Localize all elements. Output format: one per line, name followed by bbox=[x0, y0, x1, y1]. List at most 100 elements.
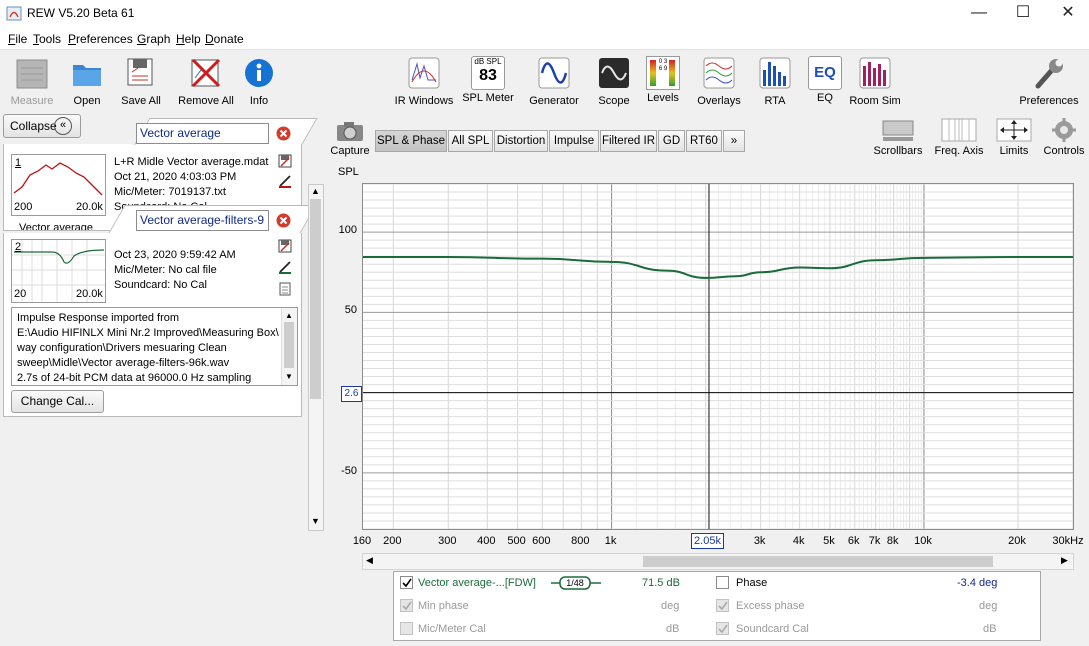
wrench-icon bbox=[1016, 56, 1082, 93]
notes-scrollbar[interactable]: ▲ ▼ bbox=[281, 308, 297, 385]
min-phase-checkbox[interactable] bbox=[400, 599, 413, 612]
measurement-2-name-field[interactable]: Vector average-filters-9 bbox=[136, 210, 269, 231]
minimize-button[interactable]: — bbox=[956, 0, 1002, 28]
y-tick-label: 100 bbox=[338, 224, 357, 237]
tab-spl-phase[interactable]: SPL & Phase bbox=[375, 130, 447, 152]
measurement-2-remove-icon[interactable] bbox=[276, 213, 291, 231]
change-cal-button[interactable]: Change Cal... bbox=[11, 390, 104, 413]
scroll-up-icon[interactable]: ▲ bbox=[311, 186, 320, 196]
panel-scrollbar[interactable]: ▲ ▼ bbox=[308, 184, 324, 531]
soundcard-cal-checkbox[interactable] bbox=[716, 622, 729, 635]
maximize-button[interactable]: ☐ bbox=[1000, 0, 1046, 28]
preferences-button[interactable]: Preferences bbox=[1016, 56, 1082, 107]
levels-button[interactable]: 0 3 6 9 Levels bbox=[643, 56, 683, 104]
measurement-1-save-icon[interactable] bbox=[278, 154, 292, 171]
rta-button[interactable]: RTA bbox=[757, 56, 793, 107]
freq-axis-label: Freq. Axis bbox=[934, 145, 984, 157]
measurements-panel: Collapse « 1 200 20.0k L+R Midle Vector … bbox=[0, 112, 328, 532]
h-scroll-thumb[interactable] bbox=[643, 556, 993, 567]
measurement-2-notes[interactable]: Impulse Response imported from E:\Audio … bbox=[11, 307, 298, 386]
generator-button[interactable]: Generator bbox=[526, 56, 582, 107]
scroll-left-icon[interactable]: ◀ bbox=[366, 555, 373, 566]
menu-graph[interactable]: Graph bbox=[137, 32, 170, 46]
overlays-button[interactable]: Overlays bbox=[694, 56, 744, 107]
ir-windows-button[interactable]: IR Windows bbox=[393, 56, 455, 107]
menu-file[interactable]: File bbox=[8, 32, 27, 46]
tab-all-spl[interactable]: All SPL bbox=[448, 130, 493, 152]
measurement-1-color-pen-icon[interactable] bbox=[278, 174, 292, 191]
excess-phase-checkbox[interactable] bbox=[716, 599, 729, 612]
x-tick-label: 30kHz bbox=[1052, 535, 1084, 547]
x-tick-label: 300 bbox=[438, 535, 457, 547]
trace-visible-checkbox[interactable] bbox=[400, 576, 413, 589]
scroll-down-icon[interactable]: ▼ bbox=[285, 372, 293, 381]
tab-distortion[interactable]: Distortion bbox=[494, 130, 548, 152]
measurement-2-index: 2 bbox=[15, 241, 22, 253]
eq-button[interactable]: EQ EQ bbox=[807, 56, 843, 104]
measurement-2-notes-icon[interactable] bbox=[278, 282, 292, 299]
smoothing-indicator[interactable]: 1/48 bbox=[551, 576, 601, 590]
spl-meter-button[interactable]: dB SPL 83 SPL Meter bbox=[460, 56, 516, 104]
tab-impulse[interactable]: Impulse bbox=[549, 130, 599, 152]
measurement-2-thumbnail[interactable]: 2 20 20.0k bbox=[11, 239, 106, 303]
capture-button[interactable]: Capture bbox=[330, 120, 370, 157]
scroll-up-icon[interactable]: ▲ bbox=[285, 311, 293, 320]
main-toolbar: Measure Open Save All Remove All Info IR… bbox=[0, 50, 1089, 112]
measurement-1-mic: Mic/Meter: 7019137.txt bbox=[114, 186, 226, 198]
info-button[interactable]: Info bbox=[242, 56, 276, 107]
scope-button[interactable]: Scope bbox=[594, 56, 634, 107]
levels-bar bbox=[650, 60, 656, 86]
trace-legend: Vector average-...[FDW] 1/48 71.5 dB Pha… bbox=[393, 571, 1041, 641]
notes-line: E:\Audio HIFINLX Mini Nr.2 Improved\Meas… bbox=[17, 327, 279, 339]
app-icon bbox=[6, 5, 22, 21]
y-tick-label: 50 bbox=[344, 304, 357, 317]
capture-label: Capture bbox=[330, 145, 370, 157]
measurement-2-save-icon[interactable] bbox=[278, 239, 292, 256]
measurement-1-thumbnail[interactable]: 1 200 20.0k bbox=[11, 154, 106, 216]
phase-checkbox[interactable] bbox=[716, 576, 729, 589]
scroll-down-icon[interactable]: ▼ bbox=[311, 516, 320, 526]
graph-h-scrollbar[interactable]: ◀ ▶ bbox=[362, 553, 1074, 570]
remove-all-button[interactable]: Remove All bbox=[176, 56, 236, 107]
menu-help[interactable]: Help bbox=[176, 32, 201, 46]
eq-icon: EQ bbox=[808, 56, 842, 90]
scrollbars-button[interactable]: Scrollbars bbox=[870, 118, 926, 157]
measurement-2-color-pen-icon[interactable] bbox=[278, 260, 292, 277]
room-sim-button[interactable]: Room Sim bbox=[848, 56, 902, 107]
menu-tools[interactable]: Tools bbox=[33, 32, 61, 46]
measurement-2-mic: Mic/Meter: No cal file bbox=[114, 264, 217, 276]
mic-cal-checkbox[interactable] bbox=[400, 622, 413, 635]
open-button[interactable]: Open bbox=[66, 56, 108, 107]
tab-more[interactable]: » bbox=[723, 130, 745, 152]
measure-label: Measure bbox=[10, 95, 54, 107]
tab-filtered-ir[interactable]: Filtered IR bbox=[600, 130, 657, 152]
notes-scroll-thumb[interactable] bbox=[284, 322, 294, 368]
menu-donate[interactable]: Donate bbox=[205, 32, 244, 46]
measurement-1-remove-icon[interactable] bbox=[276, 126, 291, 144]
freq-axis-button[interactable]: Freq. Axis bbox=[930, 118, 988, 157]
save-all-button[interactable]: Save All bbox=[118, 56, 164, 107]
measurement-1-file: L+R Midle Vector average.mdat bbox=[114, 156, 269, 168]
generator-label: Generator bbox=[529, 95, 579, 107]
menu-preferences[interactable]: Preferences bbox=[68, 32, 133, 46]
menu-label: elp bbox=[184, 32, 201, 46]
tab-gd[interactable]: GD bbox=[658, 130, 685, 152]
spl-plot-svg bbox=[363, 183, 1074, 530]
measurement-1-name-field[interactable]: Vector average bbox=[136, 123, 269, 144]
ir-windows-label: IR Windows bbox=[394, 95, 454, 107]
close-button[interactable]: ✕ bbox=[1045, 0, 1089, 28]
smoothing-label: 1/48 bbox=[566, 578, 584, 588]
measurement-card-2[interactable]: 2 20 20.0k Oct 23, 2020 9:59:42 AM Mic/M… bbox=[3, 233, 302, 417]
spl-graph[interactable] bbox=[362, 183, 1074, 530]
controls-button[interactable]: Controls bbox=[1040, 118, 1088, 157]
measurement-2-date: Oct 23, 2020 9:59:42 AM bbox=[114, 249, 236, 261]
menu-mnemonic: P bbox=[68, 32, 77, 46]
tab-rt60[interactable]: RT60 bbox=[686, 130, 722, 152]
notes-line: Impulse Response imported from bbox=[17, 312, 180, 324]
collapse-button[interactable]: Collapse « bbox=[3, 114, 81, 138]
panel-scroll-thumb[interactable] bbox=[310, 199, 321, 399]
measure-button[interactable]: Measure bbox=[8, 56, 56, 107]
limits-button[interactable]: Limits bbox=[994, 118, 1034, 157]
min-phase-unit: deg bbox=[661, 600, 680, 612]
scroll-right-icon[interactable]: ▶ bbox=[1061, 555, 1068, 566]
